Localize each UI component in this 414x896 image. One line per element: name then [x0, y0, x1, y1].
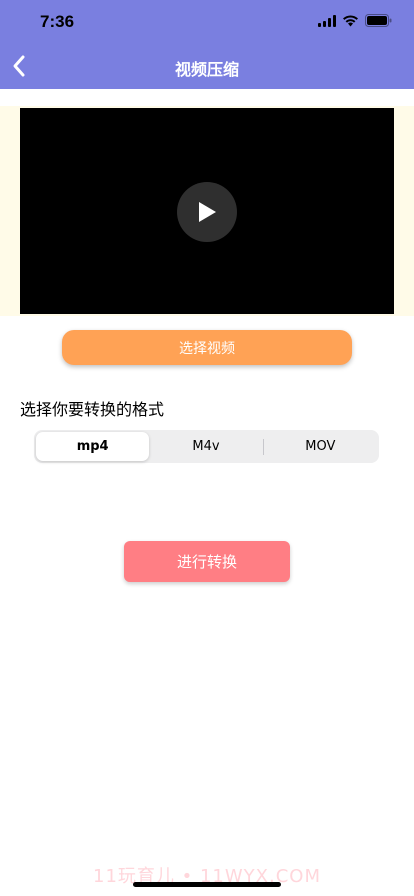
play-icon — [199, 202, 216, 222]
format-option-mov[interactable]: MOV — [264, 432, 377, 461]
status-icons — [318, 14, 392, 27]
status-time: 7:36 — [40, 12, 75, 31]
format-prompt: 选择你要转换的格式 — [20, 400, 165, 419]
select-video-button[interactable]: 选择视频 — [62, 330, 352, 365]
home-indicator[interactable] — [133, 882, 281, 887]
convert-button[interactable]: 进行转换 — [124, 541, 290, 582]
navigation-header: 7:36 视频压缩 — [0, 0, 414, 89]
play-button[interactable] — [177, 182, 237, 242]
video-player[interactable] — [20, 108, 394, 314]
format-option-m4v[interactable]: M4v — [149, 432, 262, 461]
format-option-mp4[interactable]: mp4 — [36, 432, 150, 461]
page-title: 视频压缩 — [174, 60, 239, 79]
format-segmented-control: mp4 M4v MOV — [34, 430, 379, 463]
wifi-icon — [343, 14, 358, 26]
battery-icon — [365, 14, 392, 27]
cellular-signal-icon — [318, 14, 336, 27]
